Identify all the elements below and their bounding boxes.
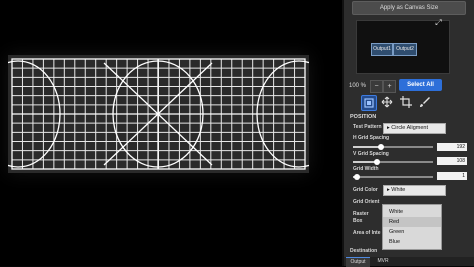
zoom-out-button[interactable]: −: [370, 80, 383, 93]
properties-panel: Apply as Canvas Size Output1 Output2 ⤢ 1…: [342, 0, 474, 267]
v-grid-spacing-input[interactable]: 108: [437, 157, 467, 165]
test-pattern-select[interactable]: ▸ Circle Aligment: [383, 123, 446, 134]
grid-width-label: Grid Width: [353, 166, 379, 172]
destination-label: Destination: [350, 248, 378, 254]
zoom-value: 100 %: [349, 83, 367, 89]
output-preview[interactable]: Output1 Output2: [356, 20, 450, 74]
grid-tool-icon[interactable]: [361, 95, 377, 111]
brush-tool-icon[interactable]: [418, 95, 432, 109]
slider-knob[interactable]: [378, 144, 384, 150]
bottom-tabs: Output MVR: [344, 257, 474, 267]
grid-color-value: White: [391, 187, 406, 193]
menu-item-green[interactable]: Green: [383, 227, 441, 237]
grid-color-select[interactable]: ▸ White: [383, 185, 446, 196]
grid-width-slider[interactable]: [353, 174, 433, 180]
raster-box-label: Raster Box: [353, 211, 369, 224]
grid-color-label: Grid Color: [353, 187, 378, 193]
h-grid-spacing-slider[interactable]: [353, 144, 433, 150]
tab-mvr[interactable]: MVR: [372, 257, 394, 266]
apply-canvas-size-button[interactable]: Apply as Canvas Size: [352, 1, 466, 15]
circle-alignment-grid: [8, 58, 309, 170]
area-of-interest-label: Area of Inte: [353, 230, 381, 236]
crop-tool-icon[interactable]: [399, 95, 413, 109]
grid-width-input[interactable]: 1: [437, 172, 467, 180]
test-pattern-projection: [8, 55, 309, 173]
menu-item-red[interactable]: Red: [383, 217, 441, 227]
menu-item-blue[interactable]: Blue: [383, 237, 441, 247]
menu-item-white[interactable]: White: [383, 207, 441, 217]
test-pattern-value: Circle Aligment: [391, 125, 428, 131]
position-section-title: POSITION: [350, 114, 377, 120]
move-tool-icon[interactable]: [380, 95, 394, 109]
select-all-button[interactable]: Select All: [399, 79, 442, 91]
h-grid-spacing-input[interactable]: 192: [437, 143, 467, 151]
expand-icon[interactable]: ⤢: [434, 18, 443, 27]
test-pattern-label: Test Pattern: [353, 124, 382, 130]
output-tile-2[interactable]: Output2: [393, 43, 417, 56]
slider-knob[interactable]: [374, 159, 380, 165]
v-grid-spacing-slider[interactable]: [353, 159, 433, 165]
v-grid-spacing-label: V Grid Spacing: [353, 151, 389, 157]
h-grid-spacing-label: H Grid Spacing: [353, 135, 390, 141]
zoom-in-button[interactable]: +: [383, 80, 396, 93]
grid-orient-label: Grid Orient: [353, 199, 380, 205]
output-tile-1[interactable]: Output1: [371, 43, 393, 56]
canvas-stage: [0, 0, 342, 266]
slider-knob[interactable]: [354, 174, 360, 180]
grid-color-menu: White Red Green Blue: [382, 204, 442, 250]
